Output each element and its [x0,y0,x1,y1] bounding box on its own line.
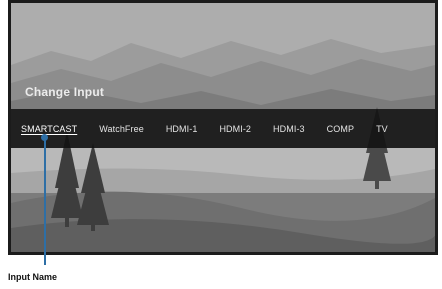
input-option-tv[interactable]: TV [376,124,388,134]
input-selector-bar: SMARTCAST WatchFree HDMI-1 HDMI-2 HDMI-3… [11,109,435,148]
input-option-hdmi-1[interactable]: HDMI-1 [166,124,198,134]
input-option-hdmi-3[interactable]: HDMI-3 [273,124,305,134]
tv-screen: Change Input SMARTCAST WatchFree HDMI-1 … [11,3,435,252]
change-input-title: Change Input [25,85,105,99]
input-option-comp[interactable]: COMP [327,124,354,134]
input-option-hdmi-2[interactable]: HDMI-2 [219,124,251,134]
callout-label-input-name: Input Name [8,272,58,282]
tv-frame: Change Input SMARTCAST WatchFree HDMI-1 … [8,0,438,255]
input-option-watchfree[interactable]: WatchFree [99,124,144,134]
callout-pointer-line [44,138,46,265]
input-option-smartcast[interactable]: SMARTCAST [21,124,77,134]
